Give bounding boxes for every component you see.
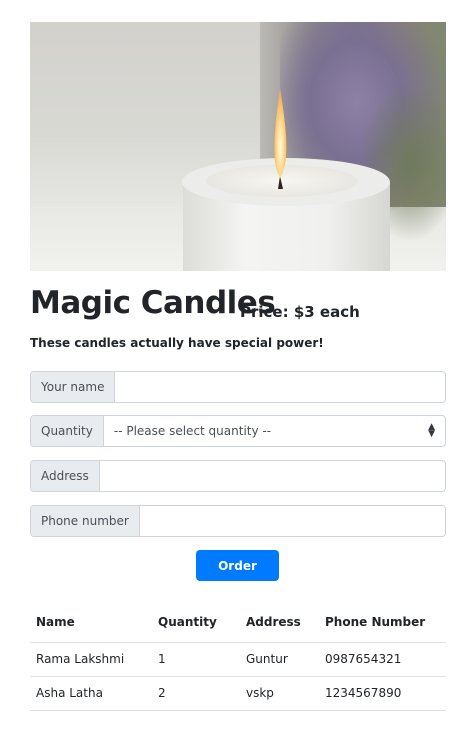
address-input-group: Address xyxy=(30,460,446,492)
cell-quantity: 1 xyxy=(152,642,240,677)
up-down-caret-icon: ▲ ▼ xyxy=(428,422,435,439)
column-header-phone: Phone Number xyxy=(319,602,446,643)
table-header-row: Name Quantity Address Phone Number xyxy=(30,602,446,643)
quantity-input-group: Quantity -- Please select quantity -- ▲ ▼ xyxy=(30,415,446,447)
order-button[interactable]: Order xyxy=(196,550,279,581)
name-label: Your name xyxy=(31,372,116,402)
cell-phone: 1234567890 xyxy=(319,676,446,711)
quantity-select-value: -- Please select quantity -- xyxy=(113,424,272,438)
product-title: Magic Candles xyxy=(30,285,276,321)
cell-quantity: 2 xyxy=(152,676,240,711)
orders-table: Name Quantity Address Phone Number Rama … xyxy=(30,602,446,711)
product-image xyxy=(30,22,446,271)
candle-illustration xyxy=(182,88,390,271)
column-header-address: Address xyxy=(240,602,319,643)
table-row: Asha Latha 2 vskp 1234567890 xyxy=(30,676,446,711)
phone-input-group: Phone number xyxy=(30,505,446,537)
phone-label: Phone number xyxy=(31,506,140,536)
cell-phone: 0987654321 xyxy=(319,642,446,677)
column-header-name: Name xyxy=(30,602,152,643)
cell-address: Guntur xyxy=(240,642,319,677)
cell-address: vskp xyxy=(240,676,319,711)
quantity-select[interactable]: -- Please select quantity -- ▲ ▼ xyxy=(104,416,445,446)
table-row: Rama Lakshmi 1 Guntur 0987654321 xyxy=(30,642,446,677)
address-label: Address xyxy=(31,461,100,491)
product-price: Price: $3 each xyxy=(240,303,360,321)
address-input[interactable] xyxy=(99,461,445,491)
quantity-label: Quantity xyxy=(31,416,104,446)
name-input-group: Your name xyxy=(30,371,446,403)
phone-input[interactable] xyxy=(139,506,445,536)
column-header-quantity: Quantity xyxy=(152,602,240,643)
cell-name: Asha Latha xyxy=(30,676,152,711)
product-tagline: These candles actually have special powe… xyxy=(30,336,324,350)
name-input[interactable] xyxy=(115,372,445,402)
cell-name: Rama Lakshmi xyxy=(30,642,152,677)
